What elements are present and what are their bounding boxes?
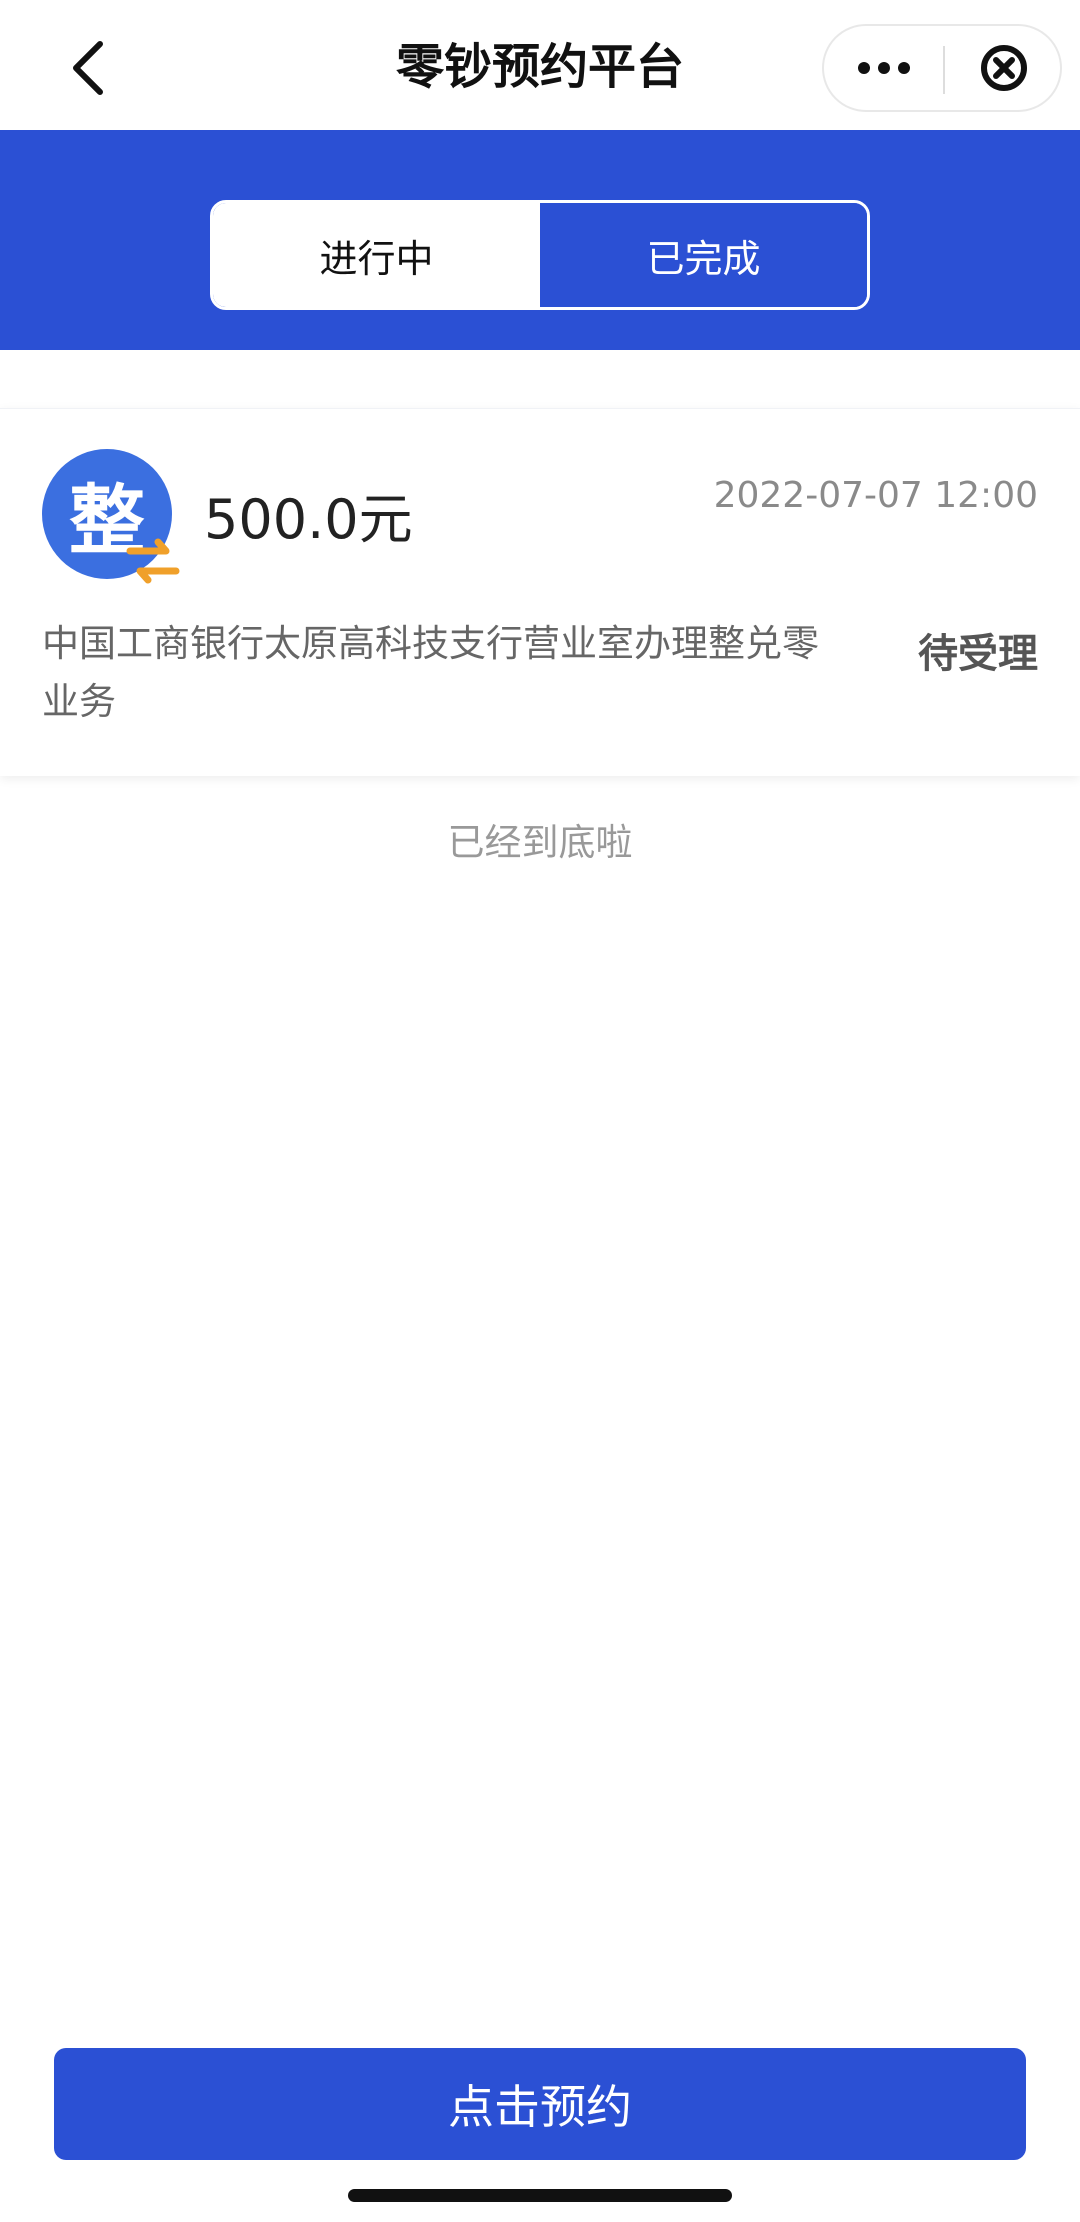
tab-band: 进行中 已完成 — [0, 130, 1080, 350]
exchange-logo: 整 — [42, 449, 182, 589]
appointment-card[interactable]: 整 500.0元 2022-07-07 12:00 中国工商银行太原高科技支行营… — [0, 408, 1080, 776]
more-dots-icon — [857, 62, 910, 74]
amount: 500.0元 — [204, 488, 413, 551]
appointment-description: 中国工商银行太原高科技支行营业室办理整兑零业务 — [42, 622, 819, 723]
back-button[interactable] — [48, 28, 128, 108]
list-end-tip: 已经到底啦 — [447, 821, 633, 864]
tab-completed[interactable]: 已完成 — [540, 203, 867, 307]
more-button[interactable] — [824, 26, 943, 110]
close-circle-icon — [980, 45, 1027, 91]
chevron-left-icon — [73, 41, 103, 95]
tab-in-progress[interactable]: 进行中 — [213, 203, 540, 307]
page: 零钞预约平台 进行中 已完成 整 500.0元 2022-07-07 12:00… — [0, 0, 1080, 2222]
close-button[interactable] — [945, 26, 1062, 110]
mini-program-capsule — [822, 24, 1062, 112]
home-indicator — [348, 2189, 732, 2202]
book-button[interactable]: 点击预约 — [54, 2048, 1026, 2160]
nav-bar: 零钞预约平台 — [0, 0, 1080, 130]
swap-arrows-icon — [126, 538, 180, 584]
appointment-datetime: 2022-07-07 12:00 — [713, 475, 1038, 516]
status-badge: 待受理 — [918, 631, 1038, 677]
segmented-tabs: 进行中 已完成 — [210, 200, 870, 310]
